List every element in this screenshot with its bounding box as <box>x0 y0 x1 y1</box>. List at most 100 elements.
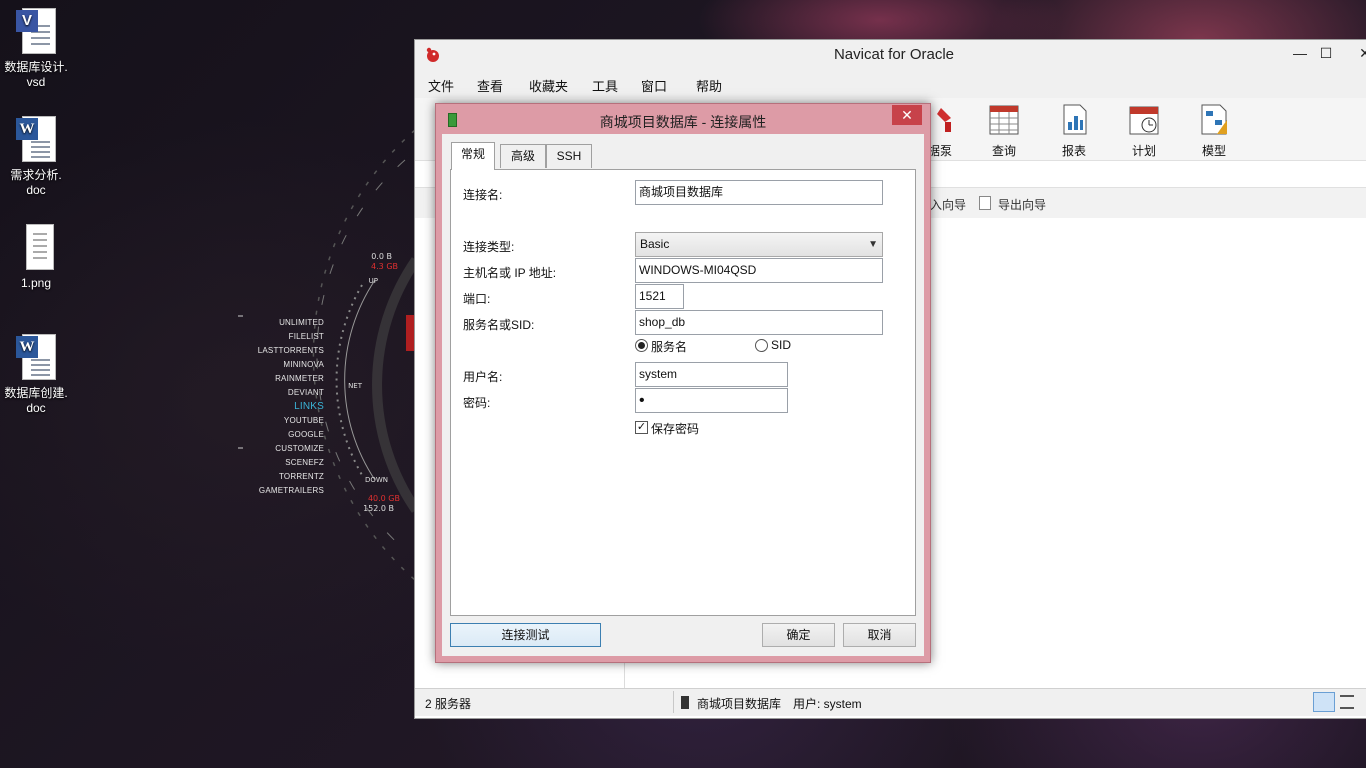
port-input[interactable]: 1521 <box>635 284 684 309</box>
connection-type-select[interactable]: Basic ▼ <box>635 232 883 257</box>
connection-name-input[interactable]: 商城项目数据库 <box>635 180 883 205</box>
dialog-close-button[interactable]: ✕ <box>892 105 922 125</box>
hud-links-heading: LINKS <box>294 401 324 412</box>
desktop-icon-label-ext: doc <box>26 401 46 415</box>
hud-link[interactable]: DEVIANT <box>240 386 324 400</box>
toolbar-query[interactable]: 查询 <box>979 102 1029 159</box>
window-title: Navicat for Oracle <box>833 46 955 63</box>
tab-advanced[interactable]: 高级 <box>500 144 546 168</box>
menu-file[interactable]: 文件 <box>428 76 454 95</box>
import-wizard-button[interactable]: 入向导 <box>930 196 966 213</box>
radio-service-name-label: 服务名 <box>651 340 688 354</box>
maximize-button[interactable]: ☐ <box>1311 44 1341 64</box>
hud-down-total: 40.0 GB <box>367 494 400 503</box>
toolbar-label: 报表 <box>1061 144 1086 158</box>
radio-sid-label: SID <box>771 338 792 352</box>
menu-help[interactable]: 帮助 <box>696 76 722 95</box>
status-bar: 2 服务器 商城项目数据库 用户: system <box>415 688 1366 716</box>
desktop-icon-visio-file[interactable]: V 数据库设计. vsd <box>0 8 72 90</box>
toolbar-label: 模型 <box>1201 144 1226 158</box>
hud-link[interactable]: CUSTOMIZE <box>240 442 324 456</box>
general-tab-panel: 连接名: 商城项目数据库 连接类型: Basic ▼ 主机名或 IP 地址: W… <box>450 169 916 616</box>
status-server-count: 2 服务器 <box>425 697 472 711</box>
ok-button[interactable]: 确定 <box>762 623 835 647</box>
connection-name-label: 连接名: <box>463 188 503 202</box>
dialog-title-bar[interactable]: 商城项目数据库 - 连接属性 ✕ <box>436 104 930 134</box>
host-label: 主机名或 IP 地址: <box>463 266 557 280</box>
export-wizard-button[interactable]: 导出向导 <box>998 196 1046 213</box>
connection-type-value: Basic <box>640 237 670 251</box>
radio-service-name[interactable] <box>635 339 648 352</box>
report-icon <box>1057 102 1091 136</box>
export-wizard-icon <box>979 196 991 210</box>
hud-link[interactable]: GOOGLE <box>240 428 324 442</box>
status-db-icon <box>681 696 689 709</box>
word-doc-icon: W <box>16 334 56 382</box>
image-file-icon <box>16 224 56 272</box>
hud-link[interactable]: MININOVA <box>240 358 324 372</box>
toolbar-label: 计划 <box>1131 144 1156 158</box>
desktop-icon-label: 需求分析. <box>10 168 62 182</box>
hud-link[interactable]: SCENEFZ <box>240 456 324 470</box>
menu-view[interactable]: 查看 <box>477 76 503 95</box>
word-doc-icon: W <box>16 116 56 164</box>
menu-favorites[interactable]: 收藏夹 <box>529 76 568 95</box>
connection-properties-dialog: 商城项目数据库 - 连接属性 ✕ 常规 高级 SSH 连接名: 商城项目数据库 … <box>435 103 931 663</box>
save-password-label: 保存密码 <box>651 422 700 436</box>
host-input[interactable]: WINDOWS-MI04QSD <box>635 258 883 283</box>
radio-sid[interactable] <box>755 339 768 352</box>
hud-link[interactable]: YOUTUBE <box>240 414 324 428</box>
menu-bar: 文件 查看 收藏夹 工具 窗口 帮助 <box>415 70 1366 98</box>
tab-general[interactable]: 常规 <box>451 142 495 170</box>
password-input[interactable]: • <box>635 388 788 413</box>
desktop-icon-label: 数据库创建. <box>4 386 68 400</box>
menu-window[interactable]: 窗口 <box>641 76 667 95</box>
hud-up-total: 4.3 GB <box>371 262 398 271</box>
grid-view-icon[interactable] <box>1313 692 1335 712</box>
toolbar-report[interactable]: 报表 <box>1049 102 1099 159</box>
desktop-icon-label: 数据库设计. <box>4 60 68 74</box>
hud-link[interactable]: LASTTORRENTS <box>240 344 324 358</box>
desktop-icon-label-ext: doc <box>26 183 46 197</box>
test-connection-button[interactable]: 连接测试 <box>450 623 601 647</box>
desktop-icon-label: 1.png <box>20 276 52 290</box>
desktop-icon-db-create-doc[interactable]: W 数据库创建. doc <box>0 334 72 416</box>
hud-down-label: DOWN <box>364 476 388 484</box>
hud-up-label: UP <box>368 277 378 285</box>
desktop-icon-label-ext: vsd <box>26 75 46 89</box>
dialog-title: 商城项目数据库 - 连接属性 <box>599 114 767 130</box>
menu-tools[interactable]: 工具 <box>592 76 618 95</box>
dialog-body: 常规 高级 SSH 连接名: 商城项目数据库 连接类型: Basic ▼ 主机名… <box>442 134 924 656</box>
username-input[interactable]: system <box>635 362 788 387</box>
username-label: 用户名: <box>463 370 503 384</box>
visio-icon: V <box>16 8 56 56</box>
hud-link[interactable]: FILELIST <box>240 330 324 344</box>
navicat-title-bar[interactable]: Navicat for Oracle — ☐ ✕ <box>415 40 1366 70</box>
hud-links-list: UNLIMITED FILELIST LASTTORRENTS MININOVA… <box>240 316 324 498</box>
toolbar-schedule[interactable]: 计划 <box>1119 102 1169 159</box>
desktop-icon-requirements-doc[interactable]: W 需求分析. doc <box>0 116 72 198</box>
connection-type-label: 连接类型: <box>463 240 515 254</box>
tab-ssh[interactable]: SSH <box>546 144 592 168</box>
hud-net-label: NET <box>348 382 362 390</box>
cancel-button[interactable]: 取消 <box>843 623 916 647</box>
chevron-down-icon: ▼ <box>868 239 878 250</box>
save-password-checkbox[interactable]: ✓ <box>635 421 648 434</box>
service-name-input[interactable]: shop_db <box>635 310 883 335</box>
status-user: 用户: system <box>793 697 862 711</box>
toolbar-model[interactable]: 模型 <box>1189 102 1239 159</box>
list-view-icon[interactable] <box>1340 695 1354 709</box>
close-window-button[interactable]: ✕ <box>1350 44 1366 64</box>
model-icon <box>1197 102 1231 136</box>
hud-link[interactable]: TORRENTZ <box>240 470 324 484</box>
desktop-icon-png-file[interactable]: 1.png <box>0 224 72 291</box>
hud-up-value: 0.0 B <box>371 252 392 261</box>
hud-down-value: 152.0 B <box>363 504 394 513</box>
status-connection-name: 商城项目数据库 <box>697 697 782 711</box>
toolbar-label: 查询 <box>991 144 1016 158</box>
hud-link[interactable]: GAMETRAILERS <box>240 484 324 498</box>
schedule-icon <box>1127 102 1161 136</box>
service-name-label: 服务名或SID: <box>463 318 535 332</box>
hud-link[interactable]: RAINMETER <box>240 372 324 386</box>
hud-link[interactable]: UNLIMITED <box>240 316 324 330</box>
